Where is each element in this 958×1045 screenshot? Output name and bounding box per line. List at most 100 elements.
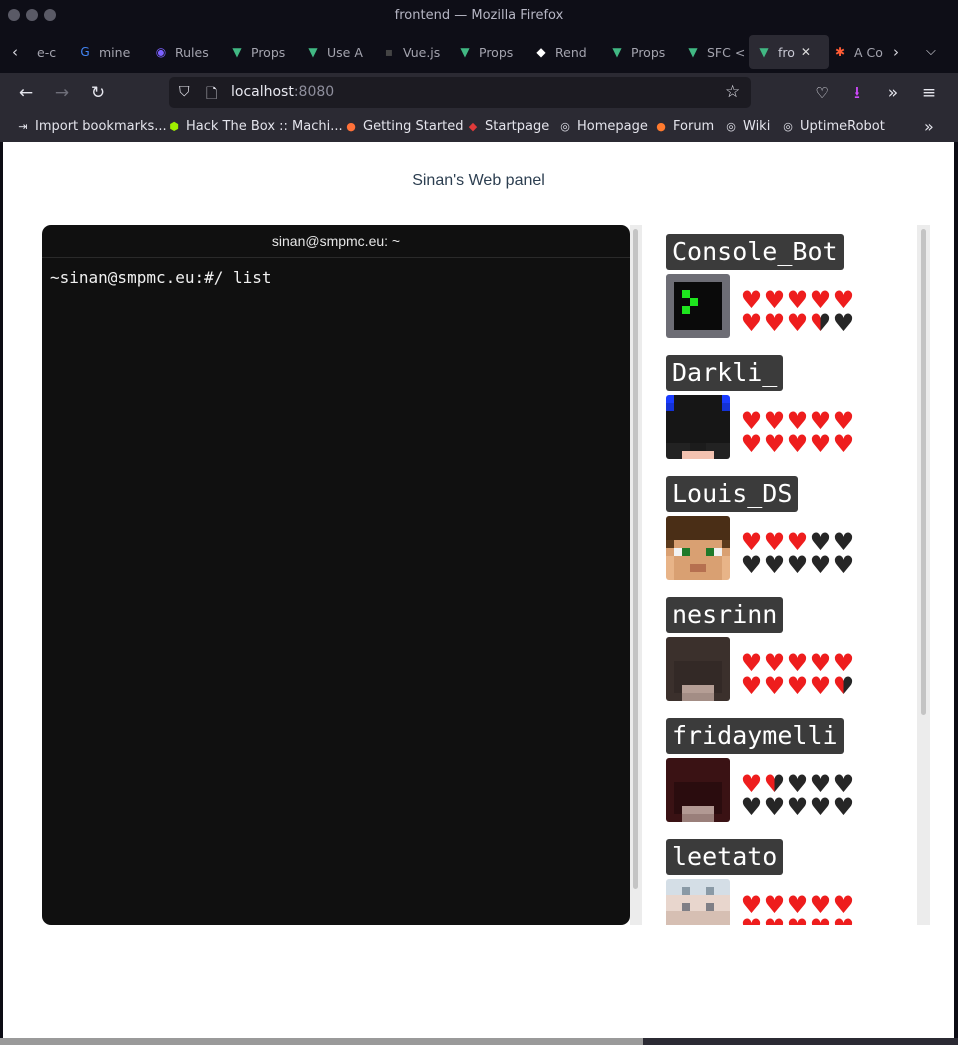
avatar-pixel: [698, 411, 706, 419]
heart-icon: ♥: [740, 309, 763, 337]
avatar-pixel: [666, 282, 674, 290]
avatar-pixel: [706, 306, 714, 314]
bookmark-item[interactable]: ● Forum: [654, 119, 714, 134]
avatar-pixel: [706, 758, 714, 766]
avatar-pixel: [682, 556, 690, 564]
avatar-pixel: [674, 419, 682, 427]
tab-11[interactable]: ✱ A Co: [825, 35, 903, 69]
tab-3[interactable]: ▼ Props: [222, 35, 300, 69]
bookmark-item[interactable]: ◎ Homepage: [558, 119, 648, 134]
player-card[interactable]: Darkli_ ♥ ♥ ♥ ♥ ♥ ♥ ♥ ♥ ♥ ♥: [666, 346, 916, 459]
player-card[interactable]: Louis_DS ♥ ♥ ♥ ♥ ♥ ♥ ♥ ♥ ♥ ♥: [666, 467, 916, 580]
player-card[interactable]: Console_Bot ♥ ♥ ♥ ♥ ♥ ♥ ♥ ♥ ♥ ♥: [666, 225, 916, 338]
pocket-icon[interactable]: ♡: [811, 82, 833, 104]
avatar-pixel: [674, 677, 682, 685]
avatar-pixel: [714, 524, 722, 532]
horizontal-scrollbar-thumb[interactable]: [0, 1038, 643, 1045]
bookmarks-overflow-icon[interactable]: »: [924, 117, 934, 136]
avatar-pixel: [674, 451, 682, 459]
tab-strip: ‹ e-c Gmine ◉ Rules ▼ Props ▼ Use A ▪ Vue.js ▼ Prop…: [0, 31, 958, 73]
terminal-scrollbar-thumb[interactable]: [633, 229, 638, 889]
tab-list-chevron-down-icon[interactable]: ⌵: [926, 44, 936, 59]
heart-icon: ♥: [832, 551, 855, 579]
shield-icon[interactable]: ⛉: [179, 84, 190, 100]
bookmark-item[interactable]: ◎ UptimeRobot: [781, 119, 885, 134]
avatar-pixel: [674, 282, 682, 290]
avatar-pixel: [690, 427, 698, 435]
avatar-pixel: [682, 798, 690, 806]
downloads-icon[interactable]: ⭳: [846, 82, 868, 104]
overflow-menu-icon[interactable]: »: [882, 82, 904, 104]
player-list-scrollbar[interactable]: [917, 225, 930, 925]
reload-icon[interactable]: ↻: [87, 82, 109, 104]
avatar-pixel: [698, 451, 706, 459]
avatar-pixel: [674, 782, 682, 790]
heart-icon: ♥: [809, 793, 832, 821]
terminal-scrollbar[interactable]: [630, 225, 642, 925]
generic-icon: ▪: [384, 45, 394, 59]
player-card[interactable]: fridaymelli ♥ ♥ ♥ ♥ ♥ ♥ ♥ ♥ ♥ ♥: [666, 709, 916, 822]
bookmark-star-icon[interactable]: ☆: [725, 82, 740, 102]
tab-close-icon[interactable]: ✕: [801, 45, 811, 59]
terminal-window[interactable]: sinan@smpmc.eu: ~ ~sinan@smpmc.eu:#/ lis…: [42, 225, 630, 925]
page-icon[interactable]: 🗋: [206, 83, 217, 107]
avatar-pixel: [722, 556, 730, 564]
tab-1[interactable]: Gmine: [70, 35, 148, 69]
avatar-pixel: [698, 443, 706, 451]
avatar-pixel: [690, 903, 698, 911]
terminal-command-line[interactable]: ~sinan@smpmc.eu:#/ list: [50, 268, 272, 287]
tab-4[interactable]: ▼ Use A: [298, 35, 376, 69]
avatar-pixel: [674, 758, 682, 766]
url-bar[interactable]: ⛉ 🗋 localhost:8080 ☆: [169, 77, 751, 108]
avatar-pixel: [714, 879, 722, 887]
back-arrow-icon[interactable]: ←: [15, 82, 37, 104]
bookmark-item[interactable]: ◎ Wiki: [724, 119, 770, 134]
tabs-scroll-right-icon[interactable]: ›: [893, 43, 899, 61]
heart-icon: ♥: [786, 430, 809, 458]
avatar-pixel: [714, 790, 722, 798]
avatar-pixel: [714, 669, 722, 677]
avatar-pixel: [666, 451, 674, 459]
avatar-pixel: [722, 903, 730, 911]
avatar-pixel: [682, 919, 690, 925]
avatar-pixel: [722, 330, 730, 338]
avatar-pixel: [674, 322, 682, 330]
tab-6[interactable]: ▼ Props: [450, 35, 528, 69]
tabs-scroll-left-icon[interactable]: ‹: [12, 43, 18, 61]
avatar-pixel: [706, 693, 714, 701]
tab-7[interactable]: ◆ Rend: [526, 35, 604, 69]
player-list-scrollbar-thumb[interactable]: [921, 229, 926, 715]
bookmark-item[interactable]: ⇥ Import bookmarks...: [16, 119, 166, 134]
avatar-pixel: [722, 685, 730, 693]
tab-2[interactable]: ◉ Rules: [146, 35, 224, 69]
avatar-pixel: [698, 798, 706, 806]
avatar-pixel: [690, 669, 698, 677]
tab-5[interactable]: ▪ Vue.js: [374, 35, 452, 69]
tab-10[interactable]: ▼ fro ✕: [749, 35, 829, 69]
avatar-pixel: [674, 540, 682, 548]
vue-icon: ▼: [232, 45, 242, 59]
hamburger-menu-icon[interactable]: ≡: [918, 82, 940, 104]
avatar-pixel: [690, 774, 698, 782]
player-card[interactable]: nesrinn ♥ ♥ ♥ ♥ ♥ ♥ ♥ ♥ ♥ ♥: [666, 588, 916, 701]
avatar-pixel: [674, 403, 682, 411]
bookmark-item[interactable]: ⬢ Hack The Box :: Machi...: [167, 119, 342, 134]
tab-8[interactable]: ▼ Props: [602, 35, 680, 69]
avatar-pixel: [666, 790, 674, 798]
player-card[interactable]: leetato ♥♥♥♥♥♥♥♥♥♥: [666, 830, 916, 925]
forward-arrow-icon[interactable]: →: [51, 82, 73, 104]
horizontal-scrollbar[interactable]: [0, 1038, 958, 1045]
avatar-pixel: [674, 556, 682, 564]
avatar-pixel: [698, 282, 706, 290]
forum-icon: ●: [656, 120, 666, 133]
avatar-pixel: [690, 306, 698, 314]
bookmark-item[interactable]: ◆ Startpage: [466, 119, 549, 134]
avatar-pixel: [698, 540, 706, 548]
avatar-pixel: [690, 661, 698, 669]
bookmark-item[interactable]: ● Getting Started: [344, 119, 463, 134]
tab-9[interactable]: ▼ SFC <: [678, 35, 756, 69]
avatar-pixel: [690, 895, 698, 903]
bookmarks-toolbar: ⇥ Import bookmarks... ⬢ Hack The Box :: Mac…: [0, 113, 958, 142]
avatar-pixel: [722, 298, 730, 306]
url-text[interactable]: localhost:8080: [231, 84, 334, 100]
